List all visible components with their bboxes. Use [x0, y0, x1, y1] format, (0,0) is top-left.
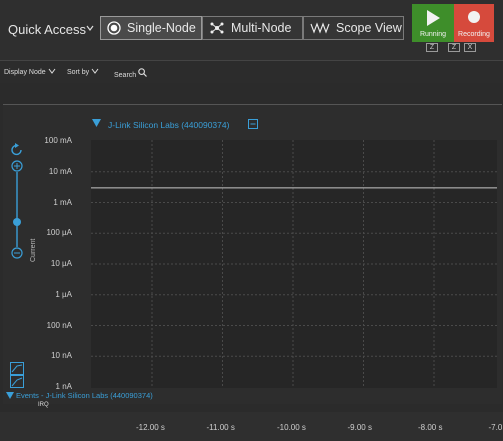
- search-label: Search: [114, 72, 137, 79]
- waveform-icon: [310, 22, 330, 34]
- y-tick-label: 10 µA: [50, 259, 72, 268]
- chevron-down-icon[interactable]: [86, 24, 94, 32]
- radio-icon: [107, 21, 121, 35]
- x-tick-label: -7.0: [488, 423, 503, 432]
- chevron-down-icon: [48, 68, 55, 74]
- x-tick-label: -11.00 s: [206, 423, 235, 432]
- collapse-triangle-icon[interactable]: [6, 392, 14, 399]
- running-button[interactable]: Running: [412, 4, 454, 42]
- chevron-down-icon: [91, 68, 99, 74]
- search-icon: [138, 68, 148, 77]
- shortcut-keys: Z Z X: [424, 43, 476, 54]
- x-tick-label: -12.00 s: [136, 423, 165, 432]
- x-tick-label: -8.00 s: [418, 423, 443, 432]
- y-tick-label: 100 nA: [46, 320, 72, 330]
- x-tick-label: -10.00 s: [277, 423, 306, 432]
- shortcut-key: Z: [448, 43, 460, 52]
- scope-view-button[interactable]: Scope View: [303, 16, 404, 40]
- y-tick-label: 10 mA: [48, 166, 72, 176]
- reset-zoom-icon[interactable]: [10, 143, 24, 157]
- y-tick-label: 1 mA: [53, 197, 72, 207]
- y-tick-label: 100 mA: [44, 136, 72, 145]
- x-tick-label: -9.00 s: [347, 423, 372, 432]
- irq-label: IRQ: [38, 402, 49, 408]
- single-node-label: Single-Node: [127, 21, 196, 35]
- events-title: Events - J-Link Silicon Labs (440090374): [16, 391, 153, 400]
- sort-by-menu[interactable]: Sort by: [67, 68, 99, 76]
- current-plot[interactable]: [91, 140, 497, 388]
- zoom-slider[interactable]: [10, 160, 24, 260]
- search-button[interactable]: Search: [114, 68, 148, 79]
- y-tick-label: 1 µA: [55, 289, 72, 299]
- display-node-label: Display Node: [4, 69, 46, 76]
- shortcut-key: Z: [426, 43, 438, 52]
- quick-access-label[interactable]: Quick Access: [8, 22, 86, 37]
- multi-node-button[interactable]: Multi-Node: [202, 16, 303, 40]
- play-icon: [427, 10, 440, 26]
- running-label: Running: [419, 31, 447, 38]
- multi-node-label: Multi-Node: [231, 21, 292, 35]
- recording-label: Recording: [458, 31, 490, 38]
- sort-by-label: Sort by: [67, 69, 90, 76]
- recording-button[interactable]: Recording: [454, 4, 494, 42]
- single-node-button[interactable]: Single-Node: [100, 16, 202, 40]
- y-tick-label: 1 nA: [55, 382, 72, 391]
- scope-view-label: Scope View: [336, 21, 402, 35]
- current-chart: [91, 140, 497, 388]
- nodes-icon: [210, 22, 224, 34]
- display-node-menu[interactable]: Display Node: [4, 68, 56, 76]
- record-icon: [468, 11, 480, 23]
- collapse-triangle-icon[interactable]: [92, 119, 101, 127]
- y-tick-label: 10 nA: [51, 351, 72, 361]
- shortcut-key: X: [464, 43, 476, 52]
- node-settings-icon[interactable]: [248, 119, 258, 129]
- pan-tool-icon[interactable]: [10, 362, 24, 388]
- node-title: J-Link Silicon Labs (440090374): [108, 120, 230, 130]
- y-tick-label: 100 µA: [46, 228, 72, 238]
